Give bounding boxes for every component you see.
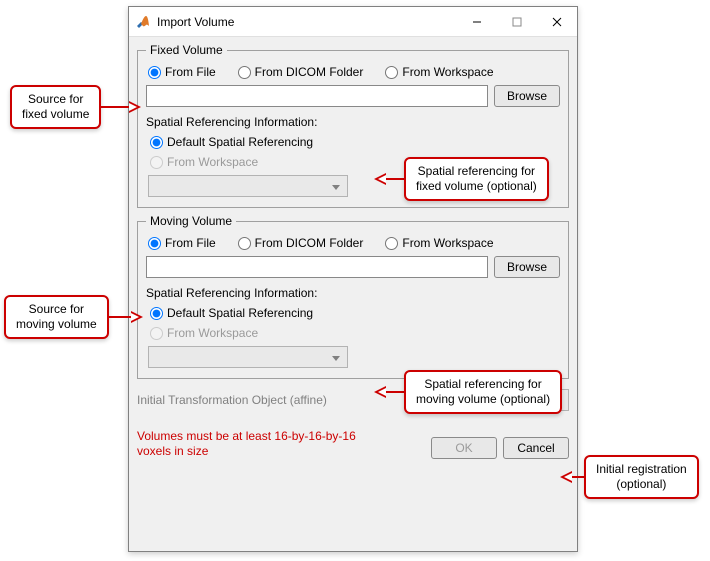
fixed-spatial-label: Spatial Referencing Information:	[146, 115, 560, 129]
moving-volume-group: Moving Volume From File From DICOM Folde…	[137, 214, 569, 379]
moving-source-radios: From File From DICOM Folder From Workspa…	[148, 236, 560, 250]
moving-from-file-radio[interactable]: From File	[148, 236, 216, 250]
moving-spatial-workspace-radio: From Workspace	[150, 326, 258, 340]
callout-fixed-source: Source for fixed volume	[10, 85, 141, 129]
callout-initial-reg: Initial registration (optional)	[560, 455, 699, 499]
fixed-from-file-radio[interactable]: From File	[148, 65, 216, 79]
maximize-button[interactable]	[497, 7, 537, 37]
fixed-spatial-combo	[148, 175, 348, 197]
titlebar: Import Volume	[129, 7, 577, 37]
window-title: Import Volume	[157, 15, 457, 29]
close-button[interactable]	[537, 7, 577, 37]
chevron-down-icon	[331, 181, 341, 191]
callout-moving-source: Source for moving volume	[4, 295, 143, 339]
moving-spatial-combo	[148, 346, 348, 368]
fixed-spatial-workspace-radio: From Workspace	[150, 155, 258, 169]
matlab-icon	[135, 14, 151, 30]
fixed-file-input[interactable]	[146, 85, 488, 107]
fixed-browse-button[interactable]: Browse	[494, 85, 560, 107]
fixed-volume-legend: Fixed Volume	[146, 43, 227, 57]
fixed-source-radios: From File From DICOM Folder From Workspa…	[148, 65, 560, 79]
fixed-from-workspace-radio[interactable]: From Workspace	[385, 65, 493, 79]
moving-spatial-label: Spatial Referencing Information:	[146, 286, 560, 300]
fixed-from-dicom-radio[interactable]: From DICOM Folder	[238, 65, 364, 79]
import-volume-dialog: Import Volume Fixed Volume From File Fro…	[128, 6, 578, 552]
minimize-button[interactable]	[457, 7, 497, 37]
callout-moving-spatial: Spatial referencing for moving volume (o…	[374, 370, 562, 414]
moving-spatial-default-radio[interactable]: Default Spatial Referencing	[150, 306, 313, 320]
initial-transform-label: Initial Transformation Object (affine)	[137, 393, 409, 407]
ok-button: OK	[431, 437, 497, 459]
moving-browse-button[interactable]: Browse	[494, 256, 560, 278]
moving-from-workspace-radio[interactable]: From Workspace	[385, 236, 493, 250]
moving-volume-legend: Moving Volume	[146, 214, 236, 228]
moving-from-dicom-radio[interactable]: From DICOM Folder	[238, 236, 364, 250]
size-warning-text: Volumes must be at least 16-by-16-by-16 …	[137, 429, 367, 459]
callout-fixed-spatial: Spatial referencing for fixed volume (op…	[374, 157, 549, 201]
fixed-spatial-default-radio[interactable]: Default Spatial Referencing	[150, 135, 313, 149]
chevron-down-icon	[331, 352, 341, 362]
moving-file-input[interactable]	[146, 256, 488, 278]
